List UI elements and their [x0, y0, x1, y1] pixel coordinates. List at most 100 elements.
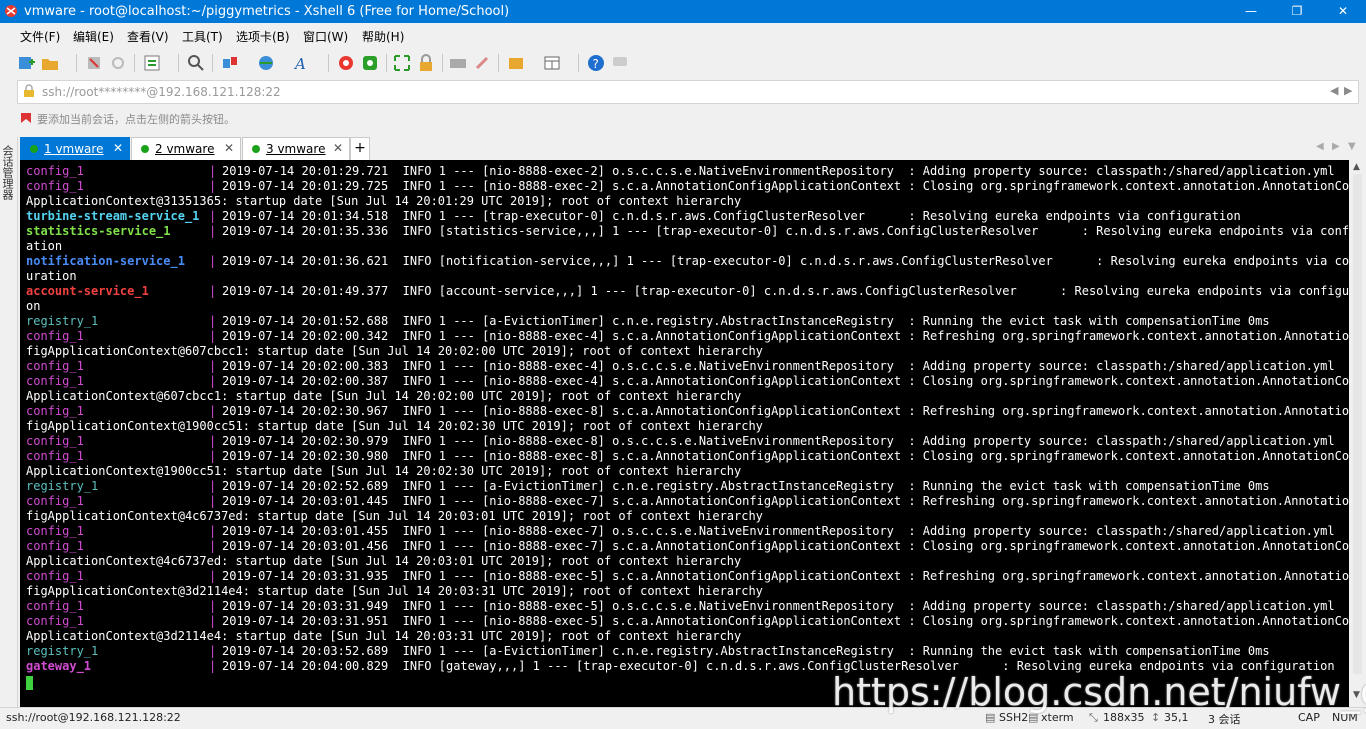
toolbar-separator [212, 54, 213, 72]
log-message: 2019-07-14 20:01:34.518 INFO 1 --- [trap… [222, 209, 1241, 223]
globe-icon[interactable] [256, 53, 276, 73]
log-message: 2019-07-14 20:02:30.979 INFO 1 --- [nio-… [222, 434, 1335, 448]
service-name: registry_1 [26, 644, 99, 658]
column-separator: | [209, 539, 217, 553]
log-message: 2019-07-14 20:02:30.980 INFO 1 --- [nio-… [222, 449, 1349, 463]
fullscreen-icon[interactable] [392, 53, 412, 73]
tab-label: 1 vmware [44, 142, 104, 156]
menu-file[interactable]: 文件(F) [20, 28, 60, 45]
column-separator: | [209, 434, 217, 448]
column-separator: | [209, 224, 217, 238]
address-field[interactable]: ssh://root********@192.168.121.128:22 [42, 85, 281, 99]
menu-window[interactable]: 窗口(W) [303, 28, 348, 45]
watermark: https://blog.csdn.net/niufw_gb [832, 670, 1366, 714]
address-back-icon[interactable]: ◀ [1330, 84, 1338, 97]
new-session-icon[interactable] [16, 53, 36, 73]
open-folder-icon[interactable] [40, 53, 60, 73]
log-message: 2019-07-14 20:02:30.967 INFO 1 --- [nio-… [222, 404, 1349, 418]
address-forward-icon[interactable]: ▶ [1344, 84, 1352, 97]
column-separator: | [209, 569, 217, 583]
log-message: 2019-07-14 20:01:36.621 INFO [notificati… [222, 254, 1349, 268]
service-name: config_1 [26, 434, 84, 448]
terminal-output[interactable]: config_1 | 2019-07-14 20:01:29.721 INFO 1 … [20, 160, 1349, 707]
terminal-line-continuation: figApplicationContext@4c6737ed: startup … [26, 509, 763, 523]
tab-vmware-1[interactable]: 1 vmware ✕ [20, 137, 130, 161]
toolbar: A ? [0, 47, 1366, 79]
address-bar[interactable]: ssh://root********@192.168.121.128:22 ◀ … [17, 80, 1359, 104]
service-name: registry_1 [26, 314, 99, 328]
properties-icon[interactable] [142, 53, 162, 73]
terminal-line-continuation: ApplicationContext@31351365: startup dat… [26, 194, 742, 208]
session-manager-panel[interactable]: 会话管理器 [0, 137, 18, 707]
service-name: config_1 [26, 614, 84, 628]
chat-icon[interactable] [610, 53, 630, 73]
xshell-app-icon [5, 5, 17, 17]
terminal-cursor [26, 676, 33, 690]
font-icon[interactable]: A [292, 53, 312, 73]
service-name: config_1 [26, 494, 84, 508]
menu-help[interactable]: 帮助(H) [362, 28, 404, 45]
transfer-icon[interactable] [220, 53, 240, 73]
service-name: config_1 [26, 524, 84, 538]
menu-tools[interactable]: 工具(T) [182, 28, 223, 45]
svg-text:A: A [293, 55, 306, 73]
service-name: registry_1 [26, 479, 99, 493]
lock-icon [24, 84, 34, 97]
log-message: 2019-07-14 20:02:00.342 INFO 1 --- [nio-… [222, 329, 1349, 343]
close-tab-icon[interactable]: ✕ [113, 141, 123, 155]
new-tab-button[interactable]: + [350, 137, 370, 161]
service-name: config_1 [26, 179, 84, 193]
toolbar-separator [386, 54, 387, 72]
minimize-button[interactable]: — [1228, 0, 1274, 23]
menu-view[interactable]: 查看(V) [127, 28, 169, 45]
window-title: vmware - root@localhost:~/piggymetrics -… [24, 4, 510, 19]
help-icon[interactable]: ? [586, 53, 606, 73]
column-separator: | [209, 449, 217, 463]
tab-vmware-3[interactable]: 3 vmware ✕ [242, 137, 350, 161]
column-separator: | [209, 644, 217, 658]
close-tab-icon[interactable]: ✕ [333, 141, 343, 155]
tab-vmware-2[interactable]: 2 vmware ✕ [131, 137, 241, 161]
xmanager-icon[interactable] [360, 53, 380, 73]
tab-label: 3 vmware [266, 142, 326, 156]
layout-icon[interactable] [542, 53, 562, 73]
terminal-line-continuation: ApplicationContext@4c6737ed: startup dat… [26, 554, 742, 568]
toolbar-separator [578, 54, 579, 72]
connected-status-icon [141, 145, 149, 153]
add-session-arrow-icon[interactable] [19, 111, 33, 125]
session-manager-label[interactable]: 会话管理器 [1, 145, 15, 200]
toolbar-separator [134, 54, 135, 72]
scroll-up-icon[interactable]: ▲ [1353, 162, 1360, 172]
close-button[interactable]: ✕ [1320, 0, 1366, 23]
keyboard-icon[interactable] [448, 53, 468, 73]
terminal-scrollbar[interactable]: ▲ ▼ [1349, 160, 1366, 707]
terminal-line-continuation: ApplicationContext@3d2114e4: startup dat… [26, 629, 742, 643]
reconnect-icon[interactable] [108, 53, 128, 73]
column-separator: | [209, 659, 217, 673]
script-icon[interactable] [472, 53, 492, 73]
xftp-icon[interactable] [336, 53, 356, 73]
close-tab-icon[interactable]: ✕ [224, 141, 234, 155]
service-name: statistics-service_1 [26, 224, 171, 238]
service-name: config_1 [26, 599, 84, 613]
column-separator: | [209, 329, 217, 343]
disconnect-icon[interactable] [84, 53, 104, 73]
tab-scroll-left-icon[interactable]: ◀ [1316, 141, 1324, 152]
log-message: 2019-07-14 20:03:52.689 INFO 1 --- [a-Ev… [222, 644, 1270, 658]
new-tab-group-icon[interactable] [506, 53, 526, 73]
toolbar-separator [442, 54, 443, 72]
terminal-line-continuation: figApplicationContext@1900cc51: startup … [26, 419, 763, 433]
title-bar: vmware - root@localhost:~/piggymetrics -… [0, 0, 1366, 23]
column-separator: | [209, 284, 217, 298]
maximize-button[interactable]: ❐ [1274, 0, 1320, 23]
column-separator: | [209, 374, 217, 388]
lock-icon[interactable] [416, 53, 436, 73]
menu-tabs[interactable]: 选项卡(B) [236, 28, 290, 45]
tab-scroll-right-icon[interactable]: ▶ [1332, 141, 1340, 152]
scrollbar-thumb[interactable] [1353, 174, 1362, 674]
find-icon[interactable] [186, 53, 206, 73]
tab-list-icon[interactable]: ▼ [1348, 141, 1356, 152]
terminal-line-continuation: ApplicationContext@607cbcc1: startup dat… [26, 389, 742, 403]
service-name: config_1 [26, 329, 84, 343]
menu-edit[interactable]: 编辑(E) [73, 28, 114, 45]
